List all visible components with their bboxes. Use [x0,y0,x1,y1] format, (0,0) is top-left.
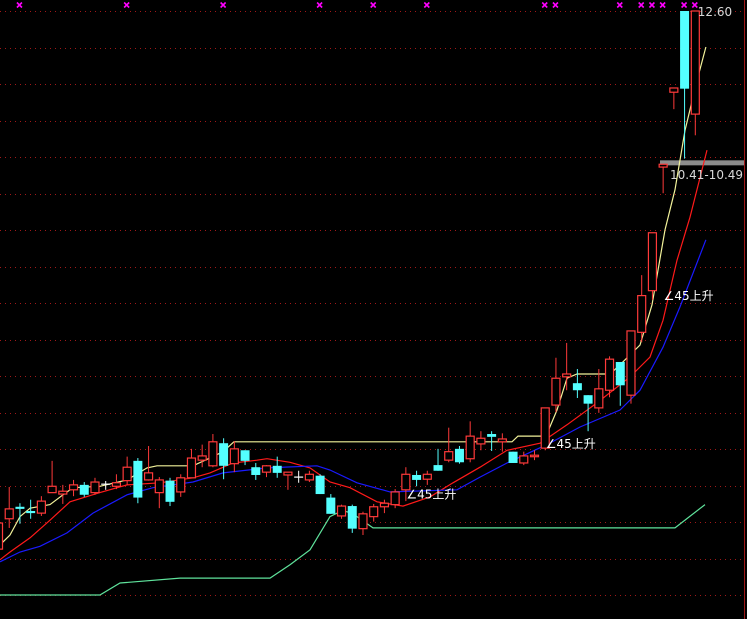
candle-body [347,506,357,529]
candle-body [111,482,122,487]
angle-rise-annotation: ∠45上升 [546,437,596,451]
candle-body [454,448,464,463]
candle-body [465,435,475,460]
candle-body [143,472,154,481]
candle-body [176,477,186,493]
candle-body [626,330,636,396]
candle-body [444,451,454,461]
candle-body [219,443,229,466]
candle-body [497,438,507,443]
candle-body [4,508,14,520]
candle-body [647,232,658,292]
candle-body [261,465,272,473]
candle-body [562,373,572,378]
candle-body [637,295,647,333]
candle-body [412,474,422,480]
candle-body [358,513,368,530]
max-price-label: 12.60 [698,5,732,19]
candle-body [508,451,518,463]
candle [647,232,658,300]
candle-body [583,395,593,404]
candle [626,330,636,404]
candle-body [133,460,143,498]
candle-body [315,475,325,495]
candle-body [572,383,582,391]
candle-body [529,454,540,458]
candle-body [669,87,679,93]
candle-body [0,522,4,550]
candle-body [79,484,89,495]
candle-body [604,358,615,391]
candle [347,504,357,533]
candle-body [251,467,261,475]
candle-body [304,473,314,481]
candle-body [154,479,164,494]
candle [165,477,175,507]
candle-body [165,480,175,502]
candle-body [15,506,25,509]
candle-body [594,388,604,409]
range-highlight-bar [660,160,744,166]
candle-body [680,11,690,89]
angle-rise-annotation: ∠45上升 [664,289,714,303]
candle-body [26,511,36,514]
candle-body [422,473,432,480]
candle [508,451,518,463]
candle-body [690,10,700,115]
candle-body [326,497,336,514]
candlestick-chart: 12.60 10.41-10.49 ∠45上升 ∠45上升 ∠45上升 [0,0,747,619]
candle-body [197,455,207,461]
candle-body [272,465,282,473]
candle-body [615,361,625,386]
candle-body [476,437,486,445]
candle-body [487,434,497,437]
price-range-highlight [660,160,744,166]
candle-body [433,465,443,471]
angle-rise-annotation: ∠45上升 [406,487,456,501]
candle-body [36,500,46,514]
candle-body [186,457,197,479]
candle-body [58,490,68,495]
price-range-label: 10.41-10.49 [670,168,743,182]
candle-body [658,163,668,168]
candle-body [519,455,529,464]
chart-background [0,0,747,619]
candle-body [68,484,79,491]
candle-body [379,502,390,508]
candle-body [122,466,132,482]
candle [315,474,325,495]
candle-body [283,471,293,476]
candle-body [390,491,400,506]
candle-body [229,448,239,465]
candle-body [369,506,379,518]
candle-body [240,450,250,461]
candle-body [208,441,218,467]
candle [0,522,4,550]
candle-body [336,505,347,517]
candle-body [90,481,100,494]
candle-body [47,485,57,494]
candle-body [551,377,561,406]
candle [133,458,143,504]
